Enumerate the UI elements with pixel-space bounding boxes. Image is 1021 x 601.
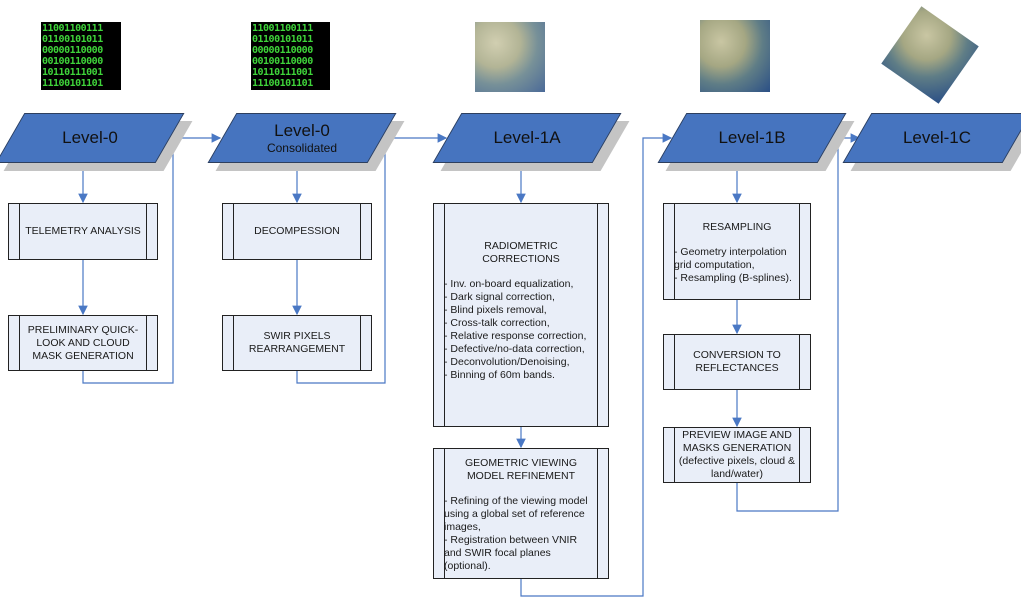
satellite-image-resampled [700,20,770,92]
step-title: PREVIEW IMAGE AND MASKS GENERATION (defe… [678,429,796,480]
binary-data-image: 11001100111 01100101011 00000110000 0010011… [41,22,121,90]
step-item: - Geometry interpolation grid computatio… [674,246,787,271]
step-item: - Defective/no-data correction, [444,343,585,355]
satellite-image-raw [475,22,545,92]
level-title: Level-1A [493,128,561,147]
step-item: - Relative response correction, [444,330,587,342]
reflectance-conversion-step: CONVERSION TO REFLECTANCES [663,334,811,390]
step-item: - Binning of 60m bands. [444,369,555,381]
geometric-refinement-step: GEOMETRIC VIEWING MODEL REFINEMENT - Ref… [433,448,609,579]
level-1c-node: Level-1C [842,113,1021,171]
step-title: CONVERSION TO REFLECTANCES [693,349,781,374]
level-subtitle: Consolidated [266,141,338,155]
level-title: Level-0 [274,121,330,140]
decompression-step: DECOMPESSION [222,203,372,260]
step-title: RADIOMETRIC CORRECTIONS [482,240,560,265]
preview-masks-step: PREVIEW IMAGE AND MASKS GENERATION (defe… [663,427,811,483]
level-0-node: Level-0 [0,113,193,171]
binary-data-image: 11001100111 01100101011 00000110000 0010011… [251,22,330,90]
step-item: - Deconvolution/Denoising, [444,356,570,368]
step-item: - Dark signal correction, [444,291,555,303]
level-1a-node: Level-1A [432,113,630,171]
step-title: GEOMETRIC VIEWING MODEL REFINEMENT [464,457,577,482]
step-title: RESAMPLING [702,221,772,233]
level-title: Level-1C [902,128,972,147]
swir-rearrangement-step: SWIR PIXELS REARRANGEMENT [222,315,372,371]
telemetry-analysis-step: TELEMETRY ANALYSIS [8,203,158,260]
step-item: - Cross-talk correction, [444,317,550,329]
level-title: Level-0 [62,128,118,147]
radiometric-corrections-step: RADIOMETRIC CORRECTIONS - Inv. on-board … [433,203,609,427]
resampling-step: RESAMPLING - Geometry interpolation grid… [663,203,811,300]
step-item: - Blind pixels removal, [444,304,547,316]
step-title: DECOMPESSION [254,225,340,237]
step-item: - Refining of the viewing model using a … [444,495,588,533]
step-title: TELEMETRY ANALYSIS [25,225,141,237]
quicklook-step: PRELIMINARY QUICK-LOOK AND CLOUD MASK GE… [8,315,158,371]
level-title: Level-1B [718,128,786,147]
step-item: - Inv. on-board equalization, [444,278,574,290]
step-title: PRELIMINARY QUICK-LOOK AND CLOUD MASK GE… [27,323,139,362]
level-0-consolidated-node: Level-0 Consolidated [207,113,405,171]
processing-chain-diagram: 11001100111 01100101011 00000110000 0010011… [0,0,1021,601]
step-item: - Resampling (B-splines). [674,272,792,284]
step-item: - Registration between VNIR and SWIR foc… [444,534,578,572]
level-1b-node: Level-1B [657,113,855,171]
step-title: SWIR PIXELS REARRANGEMENT [248,330,346,355]
